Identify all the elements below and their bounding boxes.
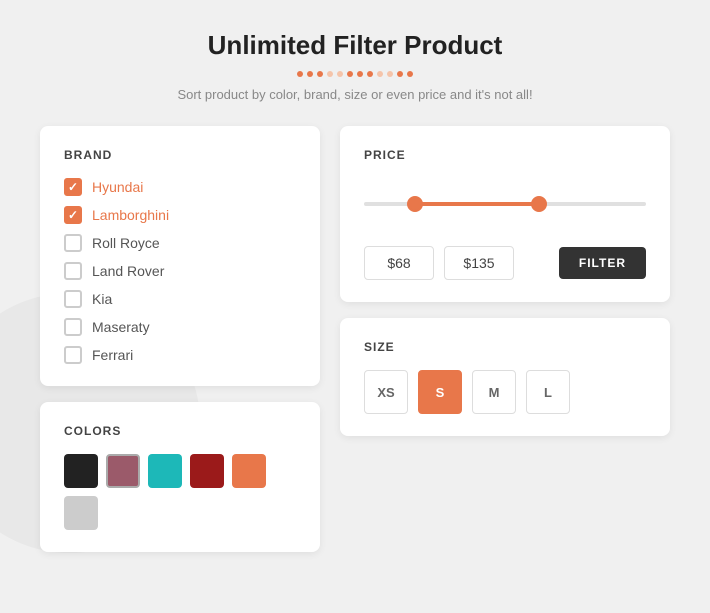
colors-title: COLORS: [64, 424, 296, 438]
brand-item-hyundai[interactable]: Hyundai: [64, 178, 296, 196]
decorative-dot: [397, 71, 403, 77]
decorative-dot: [337, 71, 343, 77]
decorative-dots: [40, 71, 670, 77]
decorative-dot: [367, 71, 373, 77]
size-btn-m[interactable]: M: [472, 370, 516, 414]
color-swatch-mauve[interactable]: [106, 454, 140, 488]
brand-item-kia[interactable]: Kia: [64, 290, 296, 308]
brand-item-lamborghini[interactable]: Lamborghini: [64, 206, 296, 224]
slider-fill: [415, 202, 539, 206]
decorative-dot: [407, 71, 413, 77]
color-swatch-orange[interactable]: [232, 454, 266, 488]
decorative-dot: [377, 71, 383, 77]
size-btn-s[interactable]: S: [418, 370, 462, 414]
right-column: PRICE FILTER SIZE XSSML: [340, 126, 670, 552]
size-options: XSSML: [364, 370, 646, 414]
size-btn-l[interactable]: L: [526, 370, 570, 414]
brand-label-lamborghini: Lamborghini: [92, 207, 169, 223]
main-content: BRAND Hyundai Lamborghini Roll Royce Land R…: [40, 126, 670, 552]
decorative-dot: [307, 71, 313, 77]
price-slider-container: [364, 178, 646, 230]
brand-label-roll-royce: Roll Royce: [92, 235, 160, 251]
header-subtitle: Sort product by color, brand, size or ev…: [40, 87, 670, 102]
brand-label-ferrari: Ferrari: [92, 347, 133, 363]
checkbox-hyundai[interactable]: [64, 178, 82, 196]
size-title: SIZE: [364, 340, 646, 354]
filter-button[interactable]: FILTER: [559, 247, 646, 279]
price-card: PRICE FILTER: [340, 126, 670, 302]
brand-item-maseraty[interactable]: Maseraty: [64, 318, 296, 336]
price-max-input[interactable]: [444, 246, 514, 280]
page-title: Unlimited Filter Product: [40, 30, 670, 61]
brand-list: Hyundai Lamborghini Roll Royce Land Rover Ki…: [64, 178, 296, 364]
brand-item-ferrari[interactable]: Ferrari: [64, 346, 296, 364]
decorative-dot: [357, 71, 363, 77]
color-swatch-lightgray[interactable]: [64, 496, 98, 530]
brand-item-roll-royce[interactable]: Roll Royce: [64, 234, 296, 252]
page-wrapper: Unlimited Filter Product Sort product by…: [0, 0, 710, 613]
checkbox-land-rover[interactable]: [64, 262, 82, 280]
decorative-dot: [317, 71, 323, 77]
color-swatches: [64, 454, 296, 530]
slider-track: [364, 202, 646, 206]
color-swatch-black[interactable]: [64, 454, 98, 488]
color-swatch-darkred[interactable]: [190, 454, 224, 488]
brand-label-hyundai: Hyundai: [92, 179, 143, 195]
brand-label-kia: Kia: [92, 291, 112, 307]
decorative-dot: [347, 71, 353, 77]
brand-label-maseraty: Maseraty: [92, 319, 150, 335]
decorative-dot: [387, 71, 393, 77]
checkbox-kia[interactable]: [64, 290, 82, 308]
price-inputs: FILTER: [364, 246, 646, 280]
price-min-input[interactable]: [364, 246, 434, 280]
brand-title: BRAND: [64, 148, 296, 162]
brand-label-land-rover: Land Rover: [92, 263, 164, 279]
colors-card: COLORS: [40, 402, 320, 552]
size-btn-xs[interactable]: XS: [364, 370, 408, 414]
decorative-dot: [297, 71, 303, 77]
checkbox-lamborghini[interactable]: [64, 206, 82, 224]
checkbox-maseraty[interactable]: [64, 318, 82, 336]
left-column: BRAND Hyundai Lamborghini Roll Royce Land R…: [40, 126, 320, 552]
color-swatch-teal[interactable]: [148, 454, 182, 488]
checkbox-roll-royce[interactable]: [64, 234, 82, 252]
checkbox-ferrari[interactable]: [64, 346, 82, 364]
slider-thumb-right[interactable]: [531, 196, 547, 212]
header: Unlimited Filter Product Sort product by…: [40, 30, 670, 102]
decorative-dot: [327, 71, 333, 77]
slider-thumb-left[interactable]: [407, 196, 423, 212]
price-title: PRICE: [364, 148, 646, 162]
size-card: SIZE XSSML: [340, 318, 670, 436]
brand-card: BRAND Hyundai Lamborghini Roll Royce Land R…: [40, 126, 320, 386]
brand-item-land-rover[interactable]: Land Rover: [64, 262, 296, 280]
